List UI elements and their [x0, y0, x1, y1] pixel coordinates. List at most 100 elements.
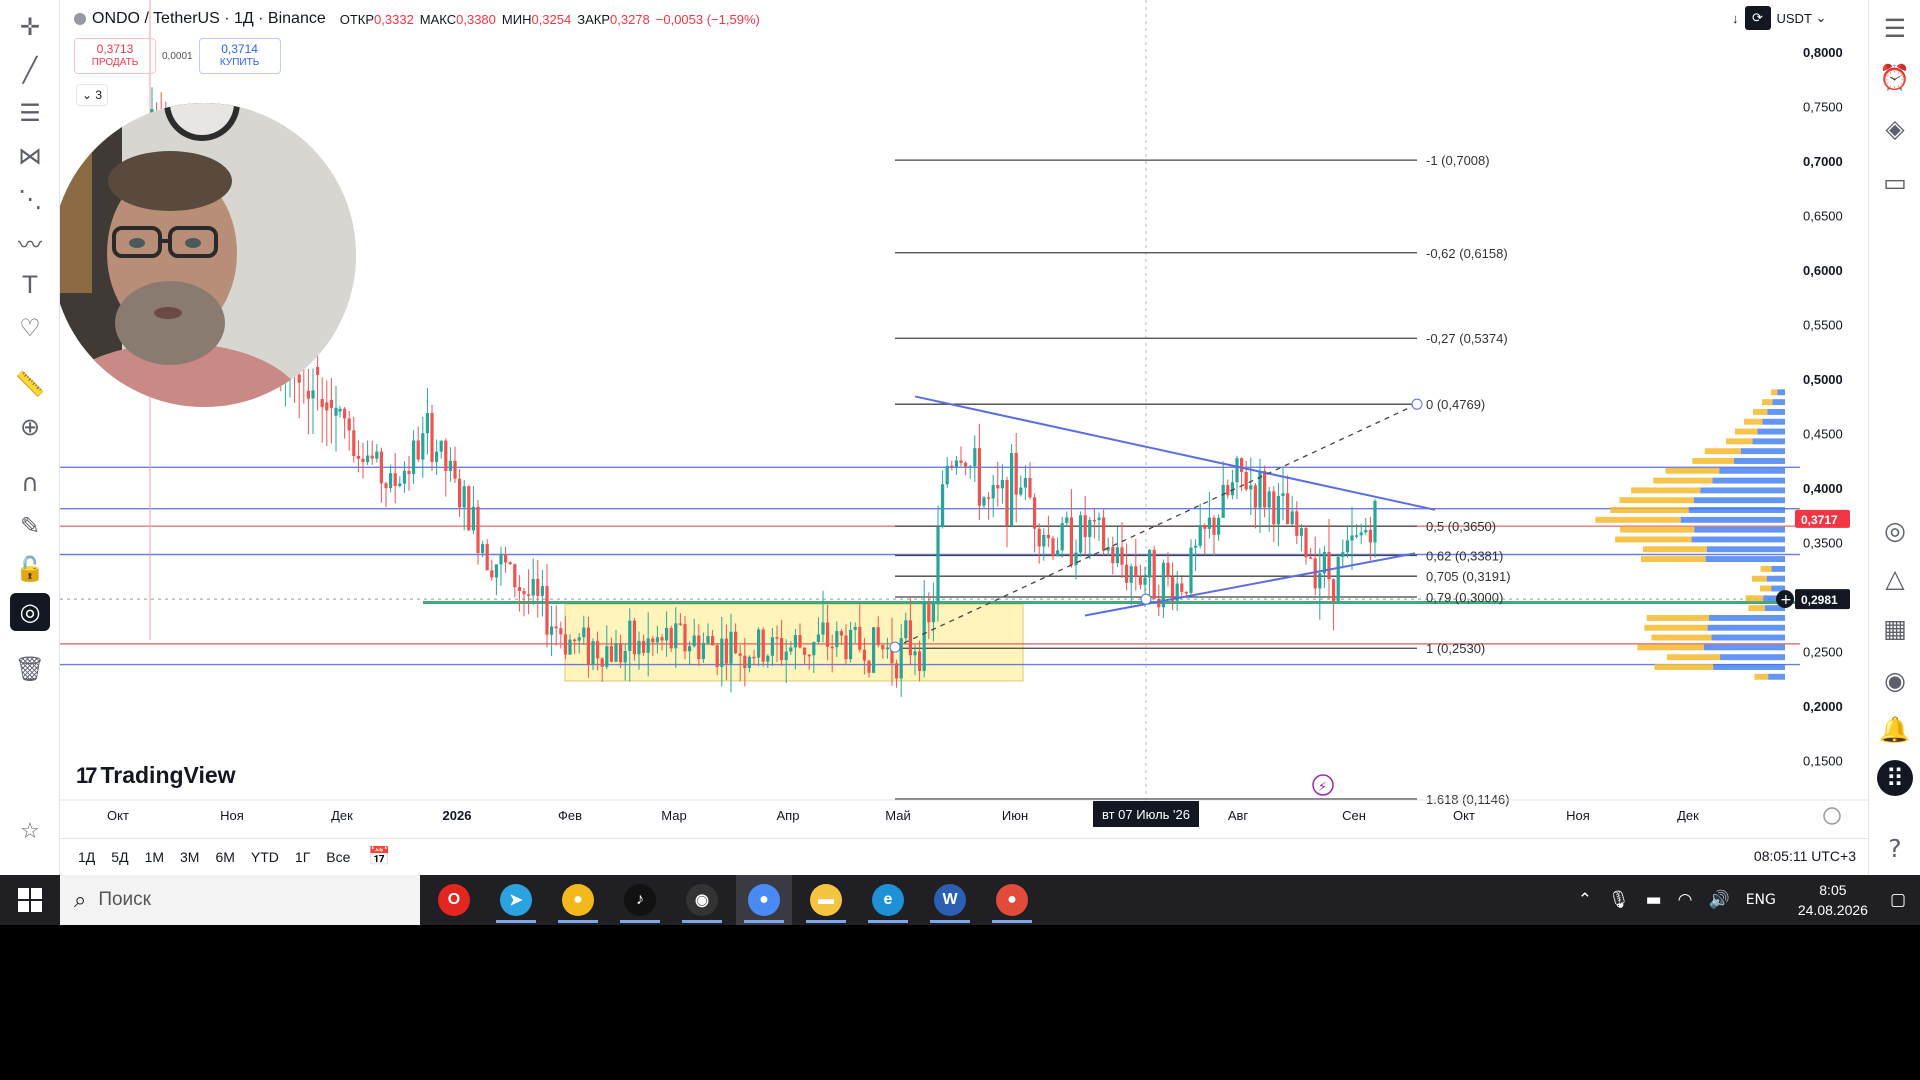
target-icon[interactable]: ◎	[1875, 510, 1915, 550]
time-tick-label: Окт	[107, 808, 129, 823]
candle-body	[931, 603, 935, 623]
candle-body	[655, 637, 659, 643]
chart-area[interactable]: -1 (0,7008) -0,62 (0,6158) -0,27 (0,5374) 0…	[60, 0, 1868, 875]
prediction-icon[interactable]: ⋱	[10, 180, 50, 218]
taskbar-app-chrome-alt[interactable]: ●	[984, 875, 1040, 925]
microphone-icon[interactable]: 🎙	[1608, 890, 1630, 910]
time-tick-label: Дек	[1677, 808, 1699, 823]
candle-body	[1318, 573, 1322, 589]
candle-body	[1364, 529, 1368, 533]
range-button[interactable]: 1М	[137, 849, 172, 865]
taskbar-app-tiktok[interactable]: ♪	[612, 875, 668, 925]
tray-expand-icon[interactable]: ⌃	[1578, 890, 1592, 910]
notification-center-icon[interactable]: ▢	[1890, 890, 1906, 910]
trash-icon[interactable]: 🗑	[10, 650, 50, 688]
range-button[interactable]: Все	[318, 849, 358, 865]
chat-icon[interactable]: ▭	[1875, 162, 1915, 202]
candle-body	[568, 639, 572, 655]
magnet-icon[interactable]: ∩	[10, 464, 50, 502]
candle-body	[1327, 552, 1331, 580]
pencil-lock-icon[interactable]: ✎	[10, 507, 50, 545]
hide-drawings-icon[interactable]: ◎	[10, 593, 50, 631]
top-right-controls: ↓ ⟳ USDT ⌄	[1732, 6, 1826, 30]
right-sidebar: ☰ ⏰ ◈ ▭ ◎ △ ▦ ◉ 🔔 ⠿ ?	[1868, 0, 1920, 875]
range-button[interactable]: 3М	[172, 849, 207, 865]
ruler-icon[interactable]: 📏	[10, 365, 50, 403]
volume-bar-buy	[1713, 664, 1785, 670]
candle-body	[632, 620, 636, 655]
fib-tools-icon[interactable]: ☰	[10, 94, 50, 132]
fib-level-label: -1 (0,7008)	[1426, 153, 1490, 168]
volume-icon[interactable]: 🔊	[1709, 890, 1730, 910]
range-button[interactable]: 1Д	[70, 849, 103, 865]
taskbar-app-edge[interactable]: e	[860, 875, 916, 925]
range-button[interactable]: YTD	[243, 849, 287, 865]
help-icon[interactable]: ?	[1875, 828, 1915, 868]
indicators-collapse-button[interactable]: ⌄ 3	[76, 84, 108, 106]
sell-button[interactable]: 0,3713 ПРОДАТЬ	[74, 38, 156, 74]
lock-icon[interactable]: 🔓	[10, 550, 50, 588]
alerts-clock-icon[interactable]: ⏰	[1875, 58, 1915, 98]
crosshair-icon[interactable]: ✛	[10, 8, 50, 46]
apps-grid-icon[interactable]: ⠿	[1877, 760, 1913, 796]
notifications-icon[interactable]: 🔔	[1875, 710, 1915, 750]
text-icon[interactable]: T	[10, 266, 50, 304]
range-button[interactable]: 1Г	[287, 849, 318, 865]
range-button[interactable]: 6М	[207, 849, 242, 865]
battery-icon[interactable]: ▬	[1646, 890, 1662, 910]
taskbar-app-obs[interactable]: ◉	[674, 875, 730, 925]
start-button[interactable]	[0, 875, 60, 925]
calendar-icon[interactable]: 📅	[368, 846, 390, 867]
favorites-star-icon[interactable]: ☆	[10, 812, 50, 850]
price-chart[interactable]: -1 (0,7008) -0,62 (0,6158) -0,27 (0,5374) 0…	[60, 0, 1868, 838]
layers-icon[interactable]: ◈	[1875, 108, 1915, 148]
candle-body	[734, 631, 738, 654]
zoom-icon[interactable]: ⊕	[10, 408, 50, 446]
clock[interactable]: 8:05 24.08.2026	[1798, 880, 1868, 920]
fullscreen-icon[interactable]: ⟳	[1744, 6, 1771, 30]
volume-bar-sell	[1760, 565, 1772, 572]
candle-body	[674, 623, 678, 649]
calendar-side-icon[interactable]: ▦	[1875, 608, 1915, 648]
candle-body	[554, 626, 558, 629]
pattern-icon[interactable]: ⋈	[10, 137, 50, 175]
taskbar-app-opera[interactable]: O	[426, 875, 482, 925]
candle-body	[605, 646, 609, 667]
candle-body	[297, 374, 301, 383]
candle-body	[614, 643, 618, 662]
candle-body	[1115, 547, 1119, 564]
candle-body	[885, 647, 889, 650]
range-button[interactable]: 5Д	[103, 849, 136, 865]
download-icon[interactable]: ↓	[1732, 6, 1739, 30]
fib-level-label: 1 (0,2530)	[1426, 641, 1485, 656]
taskbar-app-telegram[interactable]: ➤	[488, 875, 544, 925]
symbol-title[interactable]: ONDO / TetherUS · 1Д · Binance	[92, 10, 326, 28]
ideas-icon[interactable]: △	[1875, 558, 1915, 598]
search-placeholder: Поиск	[98, 889, 151, 910]
taskbar-app-file-explorer[interactable]: ▬	[798, 875, 854, 925]
price-tick-label: 0,7500	[1803, 100, 1843, 115]
currency-select[interactable]: USDT ⌄	[1777, 6, 1827, 30]
taskbar-search[interactable]: ⌕ Поиск	[60, 875, 420, 925]
candle-body	[1074, 552, 1078, 566]
taskbar-app-chrome[interactable]: ●	[550, 875, 606, 925]
brush-icon[interactable]: 〰	[10, 223, 50, 261]
price-tick-label: 0,5000	[1803, 372, 1843, 387]
volume-bar-sell	[1654, 664, 1714, 670]
stream-icon[interactable]: ◉	[1875, 660, 1915, 700]
candle-body	[849, 629, 853, 660]
buy-button[interactable]: 0,3714 КУПИТЬ	[198, 38, 281, 74]
watchlist-icon[interactable]: ☰	[1875, 8, 1915, 48]
candle-body	[481, 544, 485, 553]
candle-body	[1350, 535, 1354, 541]
taskbar-app-chrome-profile[interactable]: ●	[736, 875, 792, 925]
utc-clock[interactable]: 08:05:11 UTC+3	[1754, 848, 1856, 864]
candle-body	[770, 637, 774, 656]
heart-icon[interactable]: ♡	[10, 309, 50, 347]
trend-line-icon[interactable]: ╱	[10, 51, 50, 89]
high-value: 0,3380	[456, 11, 496, 27]
taskbar-app-word[interactable]: W	[922, 875, 978, 925]
candle-body	[1341, 552, 1345, 557]
wifi-icon[interactable]: ◠	[1678, 890, 1693, 910]
language-indicator[interactable]: ENG	[1746, 892, 1776, 908]
